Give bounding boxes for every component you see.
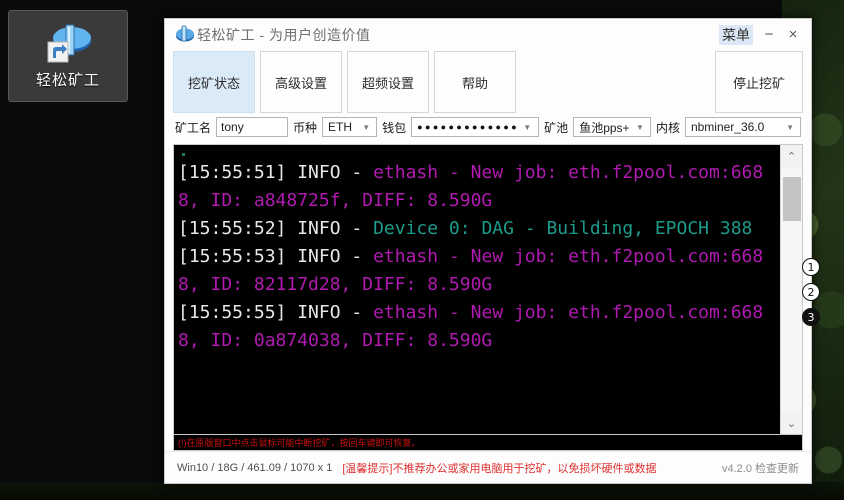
minimize-button[interactable]: −	[761, 27, 777, 42]
pool-select[interactable]: 鱼池pps+ ▼	[573, 117, 651, 137]
tab-bar: 挖矿状态 高级设置 超频设置 帮助 停止挖矿	[165, 51, 811, 113]
tab-bar-spacer	[521, 51, 715, 113]
chevron-down-icon: ▼	[523, 122, 533, 132]
log-timestamp: [15:55:51] INFO -	[178, 162, 374, 183]
chevron-down-icon: ▼	[786, 122, 794, 132]
pool-value: 鱼池pps+	[579, 120, 630, 135]
console-log-line: [15:55:55] INFO - ethash - New job: eth.…	[178, 299, 776, 355]
step-markers: 1 2 3	[802, 258, 820, 326]
coin-select[interactable]: ETH ▼	[322, 117, 378, 137]
desktop-shortcut-mining-app[interactable]: 轻松矿工	[8, 10, 128, 102]
console-log-line: [15:55:51] INFO - ethash - New job: eth.…	[178, 159, 776, 215]
miner-name-label: 矿工名	[175, 120, 212, 135]
chevron-up-icon[interactable]: ⌃	[780, 145, 802, 167]
console-cursor-dot	[182, 153, 185, 156]
window-controls: 菜单 − ×	[719, 25, 805, 45]
tab-help[interactable]: 帮助	[434, 51, 516, 113]
console-scrollbar[interactable]: ⌃ ⌄	[780, 145, 802, 434]
window-title: 轻松矿工 - 为用户创造价值	[197, 27, 371, 43]
pool-label: 矿池	[544, 120, 569, 135]
desktop-shortcut-label: 轻松矿工	[35, 71, 100, 89]
chevron-down-icon: ▼	[362, 122, 371, 132]
coin-value: ETH	[328, 120, 353, 134]
kernel-value: nbminer_36.0	[690, 120, 765, 134]
log-timestamp: [15:55:52] INFO -	[178, 218, 374, 239]
window-titlebar[interactable]: 轻松矿工 - 为用户创造价值 菜单 − ×	[165, 19, 811, 51]
log-timestamp: [15:55:53] INFO -	[178, 246, 374, 267]
log-message: Device 0: DAG - Building, EPOCH 388	[373, 218, 753, 239]
kernel-label: 内核	[655, 120, 680, 135]
tab-advanced-settings[interactable]: 高级设置	[260, 51, 342, 113]
scrollbar-track[interactable]	[780, 167, 802, 412]
chevron-down-icon: ▼	[636, 122, 644, 132]
chevron-down-icon[interactable]: ⌄	[780, 412, 802, 434]
console-log-line: [15:55:52] INFO - Device 0: DAG - Buildi…	[178, 215, 776, 243]
system-info-text: Win10 / 18G / 461.09 / 1070 x 1	[177, 461, 333, 474]
stop-mining-button[interactable]: 停止挖矿	[715, 51, 803, 113]
scrollbar-thumb[interactable]	[782, 177, 801, 221]
console-log-line: [15:55:53] INFO - ethash - New job: eth.…	[178, 243, 776, 299]
tab-overclock-settings[interactable]: 超频设置	[347, 51, 429, 113]
screen: 轻松矿工 轻松矿工 - 为用户创造价值 菜单 − × 挖矿状态 高级设置 超频设…	[0, 0, 844, 500]
app-logo-icon	[173, 25, 195, 45]
mining-app-window: 轻松矿工 - 为用户创造价值 菜单 − × 挖矿状态 高级设置 超频设置 帮助 …	[164, 18, 812, 484]
log-timestamp: [15:55:55] INFO -	[178, 302, 374, 323]
mining-app-shortcut-icon	[42, 23, 94, 67]
tab-mining-status[interactable]: 挖矿状态	[173, 51, 255, 113]
menu-button[interactable]: 菜单	[719, 25, 753, 45]
status-bar: Win10 / 18G / 461.09 / 1070 x 1 [温馨提示]不推…	[165, 451, 811, 483]
step-marker-3: 3	[802, 308, 820, 326]
coin-label: 币种	[293, 120, 318, 135]
version-check-update-link[interactable]: v4.2.0 检查更新	[722, 460, 799, 476]
kernel-select[interactable]: nbminer_36.0 ▼	[684, 117, 801, 137]
console-warning-note: (!)在原版窗口中点击鼠标可能中断挖矿，按回车键即可恢复。	[173, 435, 803, 451]
mining-config-row: 矿工名 币种 ETH ▼ 钱包 ●●●●●●●●●●●●● ▼ 矿池 鱼池pps…	[165, 113, 811, 141]
step-marker-1: 1	[802, 258, 820, 276]
wallet-label: 钱包	[382, 120, 407, 135]
wallet-select[interactable]: ●●●●●●●●●●●●● ▼	[411, 117, 540, 137]
close-button[interactable]: ×	[785, 27, 801, 42]
wallet-value-masked: ●●●●●●●●●●●●●	[417, 122, 518, 132]
console-log-output: [15:55:51] INFO - ethash - New job: eth.…	[174, 145, 780, 434]
status-warning-text: [温馨提示]不推荐办公或家用电脑用于挖矿，以免损坏硬件或数据	[342, 462, 657, 475]
miner-name-input[interactable]	[216, 117, 289, 137]
step-marker-2: 2	[802, 283, 820, 301]
console-panel: [15:55:51] INFO - ethash - New job: eth.…	[173, 144, 803, 435]
desktop-wallpaper-bottom	[0, 482, 844, 500]
